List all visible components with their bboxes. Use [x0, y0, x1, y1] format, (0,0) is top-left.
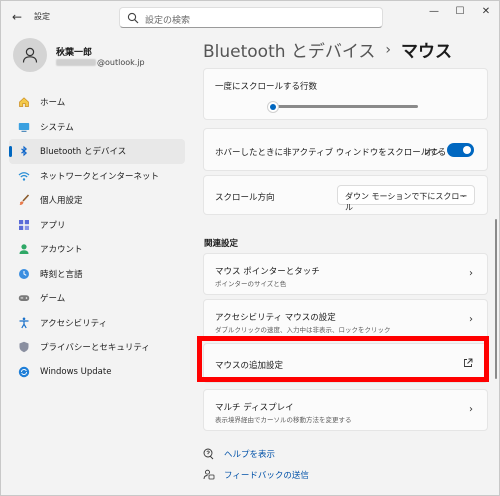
multi-display-card[interactable]: マルチ ディスプレイ 表示境界経由でカーソルの移動方法を変更する › — [203, 389, 488, 431]
chevron-right-icon: › — [469, 268, 473, 279]
slider-thumb[interactable] — [266, 100, 279, 113]
sidebar-item-home[interactable]: ホーム — [9, 90, 185, 115]
accessibility-mouse-title: アクセシビリティ マウスの設定 — [215, 313, 336, 323]
pointer-touch-card[interactable]: マウス ポインターとタッチ ポインターのサイズと色 › — [203, 253, 488, 295]
sidebar-item-time-language[interactable]: 時刻と言語 — [9, 262, 185, 287]
sidebar-item-label: ネットワークとインターネット — [40, 171, 160, 182]
home-icon — [18, 96, 30, 108]
sidebar-item-label: アカウント — [40, 245, 83, 256]
dropdown-value: ダウン モーションで下にスクロール — [345, 192, 468, 212]
breadcrumb-parent[interactable]: Bluetooth とデバイス — [203, 37, 375, 62]
hover-scroll-label: ホバーしたときに非アクティブ ウィンドウをスクロールする — [215, 148, 447, 158]
hover-scroll-card: ホバーしたときに非アクティブ ウィンドウをスクロールする オン — [203, 128, 488, 171]
feedback-link-label: フィードバックの送信 — [224, 471, 309, 481]
sidebar-item-apps[interactable]: アプリ — [9, 213, 185, 238]
gaming-icon — [18, 292, 30, 304]
related-settings-title: 関連設定 — [204, 239, 239, 249]
scroll-direction-select[interactable]: ダウン モーションで下にスクロール ⌄ — [337, 185, 475, 212]
bluetooth-icon — [18, 145, 30, 157]
accessibility-mouse-subtitle: ダブルクリックの速度、入力中は非表示、ロックをクリック — [215, 326, 391, 334]
sidebar-item-label: ホーム — [40, 98, 66, 109]
pointer-touch-title: マウス ポインターとタッチ — [215, 267, 320, 277]
maximize-button[interactable]: ☐ — [447, 1, 473, 21]
help-icon — [203, 448, 214, 460]
chevron-right-icon: › — [385, 41, 392, 58]
scroll-lines-slider[interactable] — [266, 100, 418, 113]
sidebar-item-label: プライバシーとセキュリティ — [40, 343, 150, 354]
sidebar-item-privacy[interactable]: プライバシーとセキュリティ — [9, 335, 185, 360]
sidebar-item-label: アクセシビリティ — [40, 318, 108, 329]
scrollbar[interactable] — [495, 219, 497, 379]
scroll-lines-card: 一度にスクロールする行数 — [203, 68, 488, 120]
user-email: @outlook.jp — [56, 58, 145, 67]
window-controls: — ☐ ✕ — [421, 1, 499, 21]
highlight-annotation — [197, 336, 489, 382]
sidebar-item-label: システム — [40, 122, 74, 133]
multi-display-title: マルチ ディスプレイ — [215, 403, 294, 413]
feedback-link[interactable]: フィードバックの送信 — [203, 469, 309, 481]
chevron-right-icon: › — [469, 404, 473, 415]
time-language-icon — [18, 268, 30, 280]
network-icon — [18, 170, 30, 182]
scroll-lines-label: 一度にスクロールする行数 — [215, 82, 318, 92]
apps-icon — [18, 219, 30, 231]
email-redacted — [56, 59, 96, 66]
search-icon — [127, 12, 139, 24]
help-link-label: ヘルプを表示 — [224, 450, 276, 460]
sidebar-item-label: 時刻と言語 — [40, 269, 83, 280]
sidebar-item-label: ゲーム — [40, 294, 66, 305]
settings-window: ← 設定 設定の検索 — ☐ ✕ 秋葉一郎 @outlook.jp ホーム シス… — [0, 0, 500, 496]
sidebar-item-personalization[interactable]: 個人用設定 — [9, 188, 185, 213]
system-icon — [18, 121, 30, 133]
accessibility-mouse-card[interactable]: アクセシビリティ マウスの設定 ダブルクリックの速度、入力中は非表示、ロックをク… — [203, 299, 488, 341]
user-name: 秋葉一郎 — [56, 48, 93, 58]
hover-scroll-toggle[interactable] — [447, 143, 474, 157]
title-bar: ← 設定 設定の検索 — ☐ ✕ — [1, 1, 499, 33]
help-link[interactable]: ヘルプを表示 — [203, 448, 275, 460]
pointer-touch-subtitle: ポインターのサイズと色 — [215, 280, 287, 288]
sidebar-item-label: 個人用設定 — [40, 196, 83, 207]
minimize-button[interactable]: — — [421, 1, 447, 21]
sidebar-item-accounts[interactable]: アカウント — [9, 237, 185, 262]
search-placeholder: 設定の検索 — [145, 16, 191, 26]
email-suffix: @outlook.jp — [97, 58, 145, 67]
chevron-down-icon: ⌄ — [460, 190, 467, 199]
feedback-icon — [203, 469, 215, 480]
sidebar-item-windows-update[interactable]: Windows Update — [9, 360, 185, 385]
windows-update-icon — [18, 366, 30, 378]
sidebar-item-label: アプリ — [40, 220, 66, 231]
sidebar-item-bluetooth[interactable]: Bluetooth とデバイス — [9, 139, 185, 164]
account-icon — [18, 243, 30, 255]
close-button[interactable]: ✕ — [473, 1, 499, 21]
sidebar-item-network[interactable]: ネットワークとインターネット — [9, 164, 185, 189]
toggle-state-label: オン — [423, 148, 441, 158]
sidebar-item-label: Bluetooth とデバイス — [40, 147, 127, 158]
page-title: マウス — [401, 42, 453, 62]
shield-icon — [18, 341, 30, 353]
search-input[interactable]: 設定の検索 — [119, 7, 383, 28]
sidebar-item-system[interactable]: システム — [9, 115, 185, 140]
person-icon — [22, 47, 38, 63]
app-title: 設定 — [34, 12, 50, 21]
sidebar-nav: ホーム システム Bluetooth とデバイス ネットワークとインターネット … — [9, 90, 185, 384]
brush-icon — [18, 194, 30, 206]
scroll-direction-label: スクロール方向 — [215, 193, 275, 203]
breadcrumb: Bluetooth とデバイス › マウス — [203, 37, 453, 63]
multi-display-subtitle: 表示境界経由でカーソルの移動方法を変更する — [215, 416, 352, 424]
sidebar-item-label: Windows Update — [40, 366, 112, 377]
chevron-right-icon: › — [469, 314, 473, 325]
sidebar-item-accessibility[interactable]: アクセシビリティ — [9, 311, 185, 336]
back-button[interactable]: ← — [9, 9, 25, 25]
sidebar-item-gaming[interactable]: ゲーム — [9, 286, 185, 311]
scroll-direction-card: スクロール方向 ダウン モーションで下にスクロール ⌄ — [203, 175, 488, 215]
accessibility-icon — [18, 317, 30, 329]
toggle-knob — [463, 146, 471, 154]
avatar[interactable] — [13, 38, 47, 72]
